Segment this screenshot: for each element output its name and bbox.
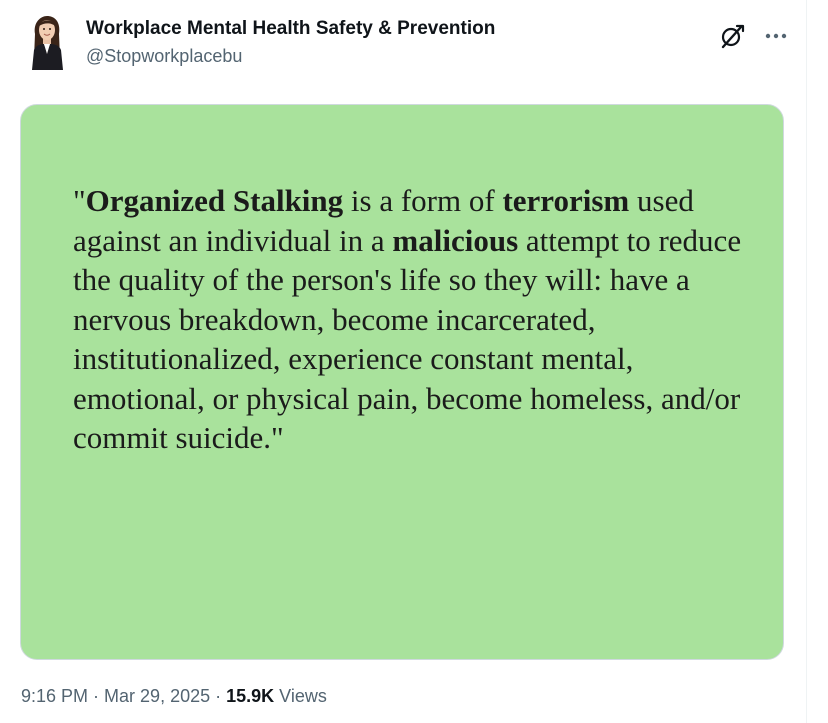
quote-segment: ": [73, 183, 86, 218]
quote-segment-bold: Organized Stalking: [85, 183, 344, 218]
avatar-image: [32, 16, 63, 70]
more-icon: [765, 33, 787, 39]
grok-icon: [721, 24, 745, 49]
quote-segment: is a form of: [343, 183, 503, 218]
views-count: 15.9K: [226, 686, 275, 706]
column-divider: [806, 0, 807, 723]
tweet-date[interactable]: Mar 29, 2025: [104, 686, 210, 706]
tweet-header: Workplace Mental Health Safety & Prevent…: [26, 14, 796, 74]
grok-button[interactable]: [716, 20, 748, 52]
quote-text: "Organized Stalking is a form of terrori…: [73, 181, 763, 458]
meta-separator: ·: [88, 686, 105, 706]
tweet-image[interactable]: "Organized Stalking is a form of terrori…: [20, 104, 784, 660]
tweet-time[interactable]: 9:16 PM: [21, 686, 88, 706]
views-label: Views: [274, 686, 327, 706]
more-button[interactable]: [760, 20, 792, 52]
avatar[interactable]: [26, 14, 68, 70]
tweet-meta: 9:16 PM · Mar 29, 2025 · 15.9K Views: [21, 686, 327, 707]
author-handle[interactable]: @Stopworkplacebu: [86, 46, 242, 67]
quote-segment-bold: terrorism: [502, 183, 630, 218]
quote-segment-bold: malicious: [392, 222, 519, 258]
author-display-name[interactable]: Workplace Mental Health Safety & Prevent…: [86, 18, 495, 40]
meta-separator: ·: [210, 686, 227, 706]
